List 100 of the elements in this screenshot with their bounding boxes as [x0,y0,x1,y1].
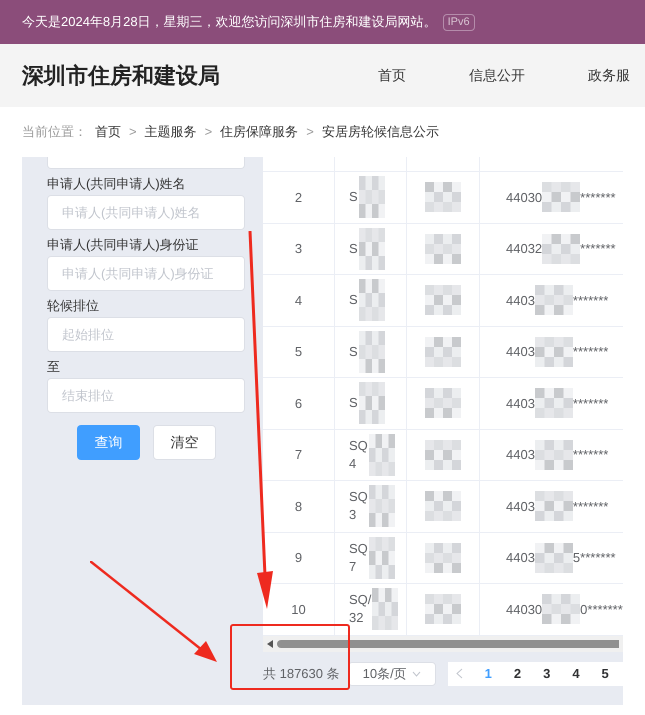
table-cell-text: ******* [580,240,616,258]
ipv6-badge: IPv6 [442,14,475,30]
breadcrumb-link[interactable]: 主题服务 [144,122,197,142]
mosaic-patch [534,440,573,470]
mosaic-patch [425,336,461,367]
table-cell-text: ******* [580,188,616,206]
table-cell: SQ [349,540,368,558]
table-cell-text: 32 [349,609,364,628]
mosaic-patch [425,388,461,418]
table-cell: SQ [349,436,368,455]
clear-button[interactable]: 清空 [153,425,216,460]
mosaic-patch [358,382,385,424]
table-cell-text: 4 [349,454,358,473]
breadcrumb-separator: > [306,123,314,142]
table-cell-text: 2 [294,188,302,206]
greeting-text: 今天是2024年8月28日，星期三，欢迎您访问深圳市住房和建设局网站。 [22,13,437,32]
breadcrumb-link[interactable]: 安居房轮候信息公示 [322,122,439,142]
table-cell-text: 6 [294,394,302,412]
prev-page-icon[interactable] [456,668,463,679]
nav-link[interactable]: 信息公开 [469,65,525,86]
mosaic-patch [534,542,573,573]
nav-link[interactable]: 政务服 [588,65,630,86]
table-cell-text: ******* [572,498,608,516]
mosaic-patch [368,434,395,476]
mosaic-patch [534,285,573,316]
input-field[interactable]: 结束排位 [47,378,245,413]
mosaic-patch [425,234,461,264]
table-cell-text: 4403 [506,446,535,464]
breadcrumb-link[interactable]: 首页 [95,122,121,142]
mosaic-patch [542,234,580,264]
table-cell-text: 0******* [580,600,623,618]
mosaic-patch [425,542,461,573]
page-link[interactable]: 2 [514,664,522,684]
table-cell-text: ******* [572,446,608,464]
table-cell-text: 4 [294,292,302,310]
breadcrumb-separator: > [204,123,212,142]
mosaic-patch [358,330,385,373]
breadcrumb-label: 当前位置： [22,123,87,142]
table-cell-text: ******* [572,394,608,412]
table-cell-text: 4403 [506,394,535,412]
table-cell-text: 7 [294,446,302,464]
total-count: 共 187630 条 [263,664,340,683]
page-link[interactable]: 3 [543,664,550,684]
mosaic-patch [534,336,573,367]
mosaic-patch [542,594,580,624]
chevron-down-icon [412,670,421,676]
scroll-left-icon[interactable] [267,640,273,648]
table-cell: SQ [349,488,368,506]
field-label: 申请人(共同申请人)姓名 [47,175,187,192]
table-cell: SQ/ [349,591,372,610]
table-cell-text: 9 [294,549,302,567]
table-cell-text: 3 [294,240,302,258]
mosaic-patch [358,279,385,322]
breadcrumb-link[interactable]: 住房保障服务 [220,122,298,142]
page-link[interactable]: 4 [572,664,580,684]
table-cell-text: 44030 [506,600,542,618]
table-cell-text: 5******* [572,549,616,567]
table-cell-text: 4403 [506,343,535,361]
table-cell-text: 4403 [506,292,535,310]
table-cell-text: 7 [349,558,358,576]
breadcrumb-separator: > [129,123,137,142]
table-cell-text: ******* [572,292,608,310]
table-cell: S [349,394,358,412]
page-size-select[interactable]: 10条/页 [348,662,436,686]
table-cell-text: 4403 [506,549,535,567]
site-title: 深圳市住房和建设局 [22,62,221,90]
mosaic-patch [542,182,580,212]
mosaic-patch [425,594,461,624]
mosaic-patch [534,388,573,418]
table-cell: S [349,342,358,361]
input-field[interactable]: 起始排位 [47,317,245,352]
field-label: 至 [47,358,61,375]
input-field[interactable] [47,157,245,169]
mosaic-patch [425,182,461,212]
input-field[interactable]: 申请人(共同申请人)姓名 [47,195,245,230]
table-cell-text: 10 [291,600,306,618]
mosaic-patch [358,176,385,218]
horizontal-scrollbar[interactable] [263,636,623,652]
mosaic-patch [425,440,461,470]
mosaic-patch [358,228,385,270]
field-label: 申请人(共同申请人)身份证 [47,236,200,253]
table-cell: S [349,188,358,206]
table-cell-text: 3 [349,506,358,524]
table-cell: S [349,291,358,310]
table-cell-text: 8 [294,498,302,516]
table-cell-text: 4403 [506,498,535,516]
table-cell-text: 44032 [506,240,542,258]
table-cell: S [349,240,358,258]
nav-link[interactable]: 首页 [378,65,406,86]
mosaic-patch [368,536,395,579]
field-label: 轮候排位 [47,297,100,314]
table-cell-text: 44030 [506,188,542,206]
mosaic-patch [425,285,461,316]
page-link[interactable]: 5 [602,664,609,684]
input-field[interactable]: 申请人(共同申请人)身份证 [47,256,245,291]
mosaic-patch [368,485,395,528]
mosaic-patch [425,491,461,522]
mosaic-patch [372,588,398,630]
table-cell-text: 5 [294,343,302,361]
mosaic-patch [534,491,573,522]
